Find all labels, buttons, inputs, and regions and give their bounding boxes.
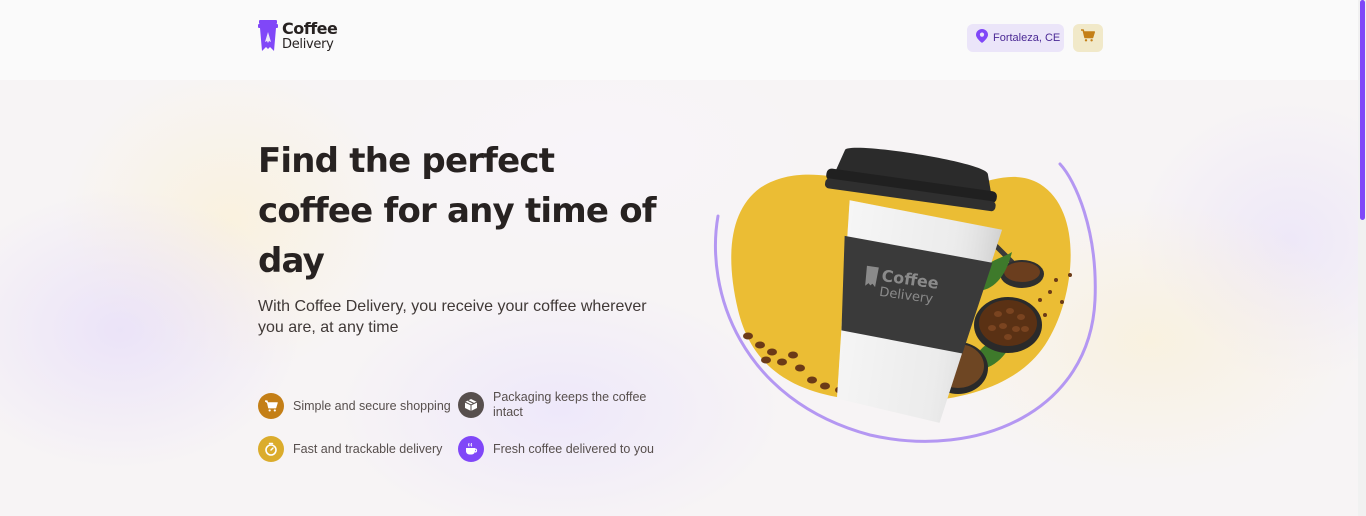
package-icon [458,392,484,418]
scrollbar-thumb[interactable] [1360,0,1365,220]
feature-label: Fast and trackable delivery [293,441,443,456]
coffee-cup-logo-icon [258,20,278,52]
page-header: Coffee Delivery Fortaleza, CE [0,0,1358,80]
feature-packaging: Packaging keeps the coffee intact [458,390,663,420]
feature-label: Packaging keeps the coffee intact [493,390,647,419]
feature-label: Simple and secure shopping [293,398,451,413]
hero-coffee-image: Coffee Delivery [700,140,1110,450]
shopping-cart-icon [1081,29,1095,47]
logo-line-2: Delivery [282,37,334,52]
coffee-icon [458,436,484,462]
location-button[interactable]: Fortaleza, CE [967,24,1064,52]
feature-fast-delivery: Fast and trackable delivery [258,436,442,462]
hero-subtitle: With Coffee Delivery, you receive your c… [258,298,647,336]
map-pin-icon [976,28,988,48]
logo-line-1: Coffee [282,19,338,38]
logo[interactable]: Coffee Delivery [258,19,338,52]
hero-title: Find the perfect coffee for any time of … [258,141,657,281]
location-label: Fortaleza, CE [993,32,1061,44]
feature-label: Fresh coffee delivered to you [493,441,654,456]
coffee-cup-illustration: Coffee Delivery [714,147,1097,443]
logo-text: Coffee Delivery [282,19,338,52]
timer-icon [258,436,284,462]
feature-fresh-coffee: Fresh coffee delivered to you [458,436,654,462]
shopping-cart-icon [258,393,284,419]
feature-simple-shopping: Simple and secure shopping [258,393,451,419]
hero-section [0,80,1358,516]
cart-button[interactable] [1073,24,1103,52]
